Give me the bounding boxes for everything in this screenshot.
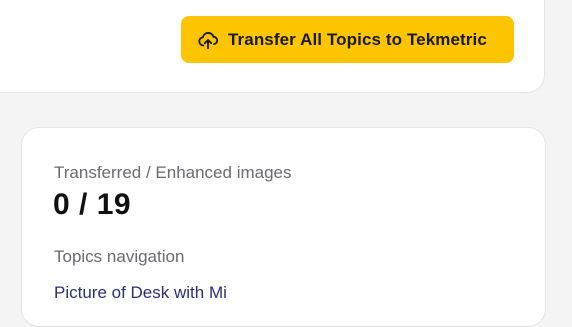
transferred-enhanced-count: 0 / 19: [53, 188, 132, 221]
topics-navigation-label: Topics navigation: [54, 247, 185, 266]
transfer-all-topics-button[interactable]: Transfer All Topics to Tekmetric: [181, 16, 514, 63]
transfer-button-label: Transfer All Topics to Tekmetric: [228, 29, 487, 49]
transferred-enhanced-label: Transferred / Enhanced images: [54, 163, 292, 182]
stats-card: Transferred / Enhanced images 0 / 19 Top…: [21, 127, 546, 327]
topic-nav-link[interactable]: Picture of Desk with Mi: [54, 283, 227, 303]
cloud-upload-icon: [197, 29, 219, 51]
